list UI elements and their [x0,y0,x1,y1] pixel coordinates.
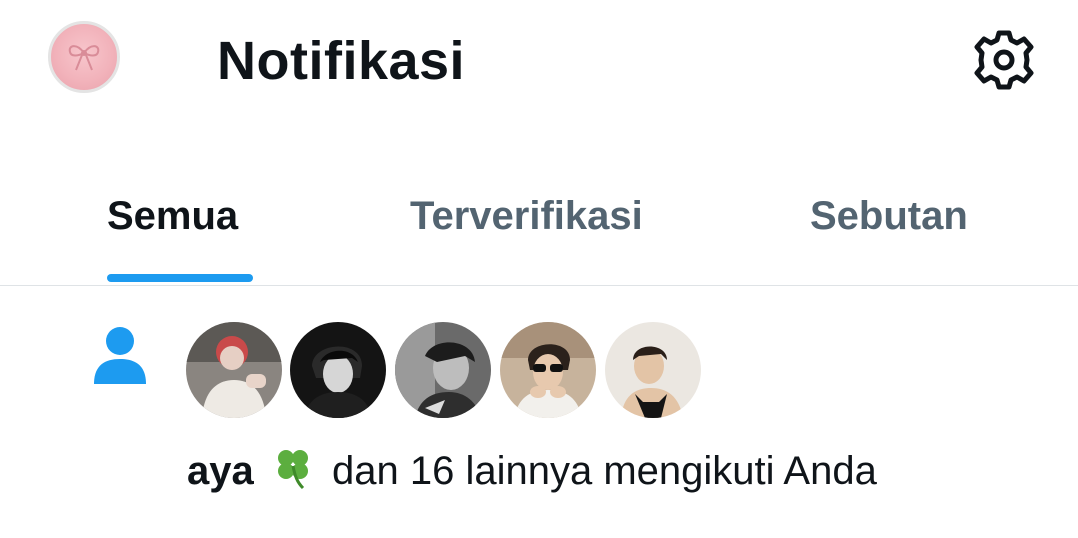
follower-avatar[interactable] [605,322,701,418]
tab-bar: Semua Terverifikasi Sebutan [0,180,1078,286]
active-tab-indicator [107,274,253,282]
follower-avatar[interactable] [500,322,596,418]
follower-avatar[interactable] [186,322,282,418]
notification-text: aya dan 16 lainnya mengikuti Anda [187,446,877,501]
follower-avatar[interactable] [290,322,386,418]
tab-semua[interactable]: Semua [107,194,238,239]
person-icon [92,326,148,391]
settings-button[interactable] [972,28,1036,92]
gear-icon [974,30,1034,90]
tab-terverifikasi[interactable]: Terverifikasi [410,194,643,239]
bow-icon [68,45,100,71]
clover-icon [273,446,313,501]
notification-message: dan 16 lainnya mengikuti Anda [332,449,877,493]
top-bar: Notifikasi [0,0,1078,130]
page-title: Notifikasi [217,31,466,91]
follower-avatar[interactable] [395,322,491,418]
tab-sebutan[interactable]: Sebutan [810,194,968,239]
profile-avatar[interactable] [48,21,120,93]
follow-notification[interactable]: aya dan 16 lainnya mengikuti Anda [0,286,1078,538]
user-name[interactable]: aya [187,449,254,493]
